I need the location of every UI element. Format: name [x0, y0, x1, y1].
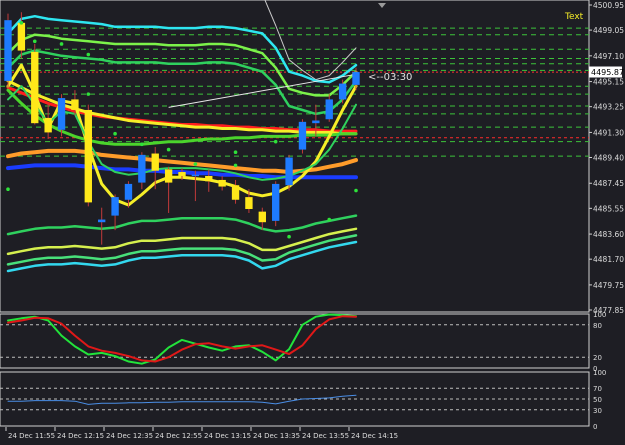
signal-dot: [287, 234, 291, 239]
candle[interactable]: [84, 104, 92, 207]
stochastic-level-label: 100: [593, 311, 606, 319]
candle[interactable]: [4, 13, 12, 89]
price-tick-label: 4481.70: [593, 255, 624, 264]
signal-dot: [273, 139, 278, 144]
signal-dot: [86, 92, 91, 96]
time-label: 24 Dec 12:35: [106, 432, 153, 440]
price-tick-label: 4479.75: [593, 281, 624, 290]
price-tick-label: 4495.15: [593, 78, 624, 87]
signal-dot: [193, 162, 198, 166]
candle-body: [111, 197, 119, 216]
candle-body: [44, 117, 52, 133]
candle-body: [245, 197, 253, 209]
time-label: 24 Dec 13:15: [204, 432, 251, 440]
candle-body: [258, 211, 266, 223]
candle-body: [98, 219, 106, 223]
price-tick-label: 4499.05: [593, 26, 624, 35]
countdown-label: <--03:30: [368, 72, 412, 83]
time-label: 24 Dec 13:55: [302, 432, 349, 440]
candle-body: [191, 174, 200, 177]
candle-body: [124, 183, 133, 200]
price-tick-label: 4500.95: [593, 1, 624, 10]
signal-dot: [32, 39, 37, 44]
signal-dot: [6, 187, 10, 191]
time-label: 24 Dec 11:55: [8, 432, 55, 440]
candle-body: [231, 185, 240, 200]
current-price-label: 4495.87: [591, 68, 624, 77]
candle[interactable]: [31, 43, 39, 125]
rsi-level-label: 50: [593, 396, 602, 404]
price-tick-label: 4493.25: [593, 103, 624, 112]
stochastic-level-label: 20: [593, 354, 602, 362]
signal-dot: [59, 42, 64, 46]
candle-body: [151, 153, 159, 171]
candle[interactable]: [272, 181, 280, 227]
rsi-level-label: 30: [593, 407, 602, 415]
candle[interactable]: [298, 119, 307, 154]
time-label: 24 Dec 13:35: [253, 432, 300, 440]
price-marker: 4495.87: [589, 66, 624, 78]
candle-body: [31, 51, 39, 124]
time-label: 24 Dec 12:15: [57, 432, 104, 440]
candle[interactable]: [285, 154, 293, 191]
price-tick-label: 4491.30: [593, 128, 624, 137]
signal-dot: [327, 217, 332, 222]
rsi-level-label: 70: [593, 385, 602, 393]
signal-dot: [354, 188, 358, 193]
signal-dot: [233, 150, 238, 155]
price-tick-label: 4497.10: [593, 52, 624, 61]
candle-body: [338, 83, 347, 100]
candle-body: [138, 154, 146, 183]
price-tick-label: 4487.45: [593, 179, 624, 188]
signal-dot: [86, 52, 91, 57]
trading-chart: 4500.95 4499.05 4497.10 4495.15 4493.25 4491.…: [0, 0, 625, 445]
time-label: 24 Dec 12:55: [155, 432, 202, 440]
candle-body: [84, 109, 92, 203]
rsi-level-label: 0: [593, 423, 597, 431]
signal-dot: [140, 142, 144, 147]
price-tick-label: 4485.55: [593, 204, 624, 213]
signal-dot: [19, 21, 24, 25]
signal-dot: [233, 163, 238, 168]
candle-body: [205, 175, 213, 182]
signal-dot: [166, 147, 171, 152]
candle-body: [4, 20, 12, 81]
candle-body: [218, 179, 226, 187]
candle-body: [164, 169, 173, 183]
candle-body: [57, 98, 66, 130]
candle-body: [17, 22, 26, 51]
candle-body: [285, 157, 293, 186]
signal-dot: [113, 131, 117, 136]
candle-body: [178, 172, 186, 176]
candle-body: [298, 121, 307, 150]
candle-body: [272, 183, 280, 221]
time-label: 24 Dec 14:15: [351, 432, 398, 440]
candle-body: [312, 120, 320, 124]
candle-body: [352, 72, 360, 85]
price-tick-label: 4483.60: [593, 230, 624, 239]
text-label: Text: [564, 12, 584, 22]
price-tick-label: 4489.40: [593, 154, 624, 163]
chart-background: [0, 0, 625, 445]
candle-body: [325, 99, 333, 120]
candle-body: [71, 99, 79, 110]
stochastic-level-label: 80: [593, 322, 602, 330]
rsi-level-label: 100: [593, 369, 606, 377]
